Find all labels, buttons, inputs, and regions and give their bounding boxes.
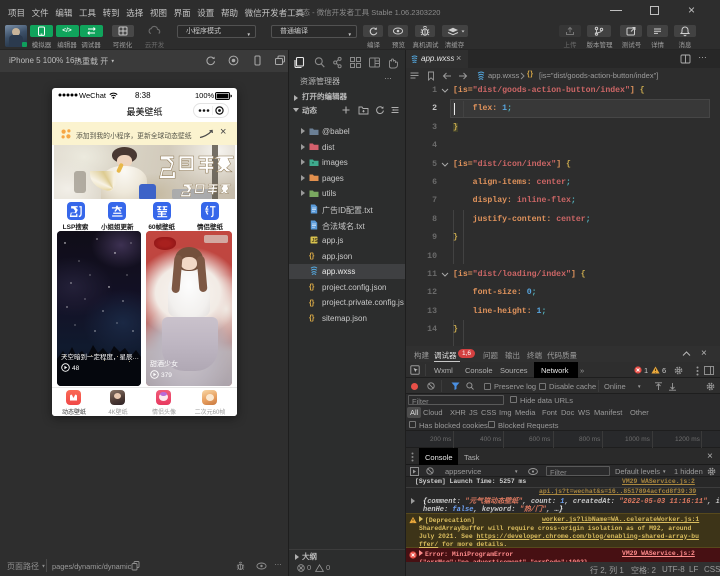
svg-text:48: 48 bbox=[72, 365, 80, 372]
svg-text:379: 379 bbox=[161, 372, 172, 379]
svg-text:JS: JS bbox=[312, 238, 318, 244]
